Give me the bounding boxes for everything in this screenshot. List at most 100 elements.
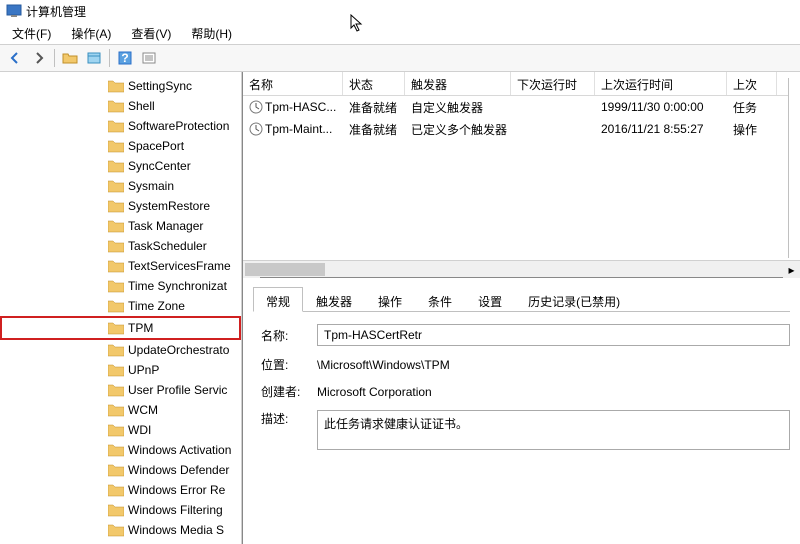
list-body[interactable]: Tpm-HASC...准备就绪自定义触发器 1999/11/30 0:00:00任…: [243, 96, 800, 260]
tree-item-label: SpacePort: [128, 139, 184, 153]
tree-item-label: Task Manager: [128, 219, 203, 233]
desc-field[interactable]: [317, 410, 790, 450]
menu-action[interactable]: 操作(A): [63, 23, 119, 44]
tree-item-label: UPnP: [128, 363, 159, 377]
tree-item-label: TaskScheduler: [128, 239, 207, 253]
tree-item-time-zone[interactable]: Time Zone: [0, 296, 241, 316]
cell-last: 2016/11/21 8:55:27: [595, 120, 727, 138]
tree-item-label: WCM: [128, 403, 158, 417]
tree-item-systemrestore[interactable]: SystemRestore: [0, 196, 241, 216]
tree-item-windows-activation[interactable]: Windows Activation: [0, 440, 241, 460]
task-row[interactable]: Tpm-HASC...准备就绪自定义触发器 1999/11/30 0:00:00任…: [243, 96, 800, 118]
help-button[interactable]: ?: [114, 47, 136, 69]
name-field[interactable]: [317, 324, 790, 346]
tree-item-windows-media-s[interactable]: Windows Media S: [0, 520, 241, 540]
tree-item-label: SyncCenter: [128, 159, 191, 173]
tool-list[interactable]: [138, 47, 160, 69]
tree-item-wdi[interactable]: WDI: [0, 420, 241, 440]
col-next[interactable]: 下次运行时间: [511, 72, 595, 95]
tree-item-tpm[interactable]: TPM: [0, 316, 241, 340]
tree-item-label: TextServicesFrame: [128, 259, 231, 273]
tree-item-time-synchronizat[interactable]: Time Synchronizat: [0, 276, 241, 296]
tree-item-label: Time Zone: [128, 299, 185, 313]
cell-trigger: 自定义触发器: [405, 97, 511, 118]
tree-item-user-profile-servic[interactable]: User Profile Servic: [0, 380, 241, 400]
menu-view[interactable]: 查看(V): [123, 23, 179, 44]
cell-status: 准备就绪: [343, 119, 405, 140]
col-last[interactable]: 上次运行时间: [595, 72, 727, 95]
tab-4[interactable]: 设置: [465, 287, 515, 312]
menu-help[interactable]: 帮助(H): [183, 23, 240, 44]
tree-item-sysmain[interactable]: Sysmain: [0, 176, 241, 196]
details-panel: 常规触发器操作条件设置历史记录(已禁用) 名称: 位置: \Microsoft\…: [243, 278, 800, 544]
tree-item-label: Shell: [128, 99, 155, 113]
tree-item-synccenter[interactable]: SyncCenter: [0, 156, 241, 176]
tree-item-shell[interactable]: Shell: [0, 96, 241, 116]
col-status[interactable]: 状态: [343, 72, 405, 95]
tree-item-label: Windows Error Re: [128, 483, 225, 497]
cell-status: 准备就绪: [343, 97, 405, 118]
col-trigger[interactable]: 触发器: [405, 72, 511, 95]
menu-file[interactable]: 文件(F): [4, 23, 59, 44]
cell-next: [511, 127, 595, 131]
task-list-panel: 名称 状态 触发器 下次运行时间 上次运行时间 上次 Tpm-HASC...准备…: [243, 72, 800, 278]
tree-item-textservicesframe[interactable]: TextServicesFrame: [0, 256, 241, 276]
tree-item-settingsync[interactable]: SettingSync: [0, 76, 241, 96]
col-name[interactable]: 名称: [243, 72, 343, 95]
tree-item-label: Windows Media S: [128, 523, 224, 537]
author-value: Microsoft Corporation: [317, 385, 790, 399]
list-header[interactable]: 名称 状态 触发器 下次运行时间 上次运行时间 上次: [243, 72, 800, 96]
tab-3[interactable]: 条件: [415, 287, 465, 312]
back-button[interactable]: [4, 47, 26, 69]
cell-trigger: 已定义多个触发器: [405, 119, 511, 140]
tree-item-label: User Profile Servic: [128, 383, 227, 397]
tree-item-wcm[interactable]: WCM: [0, 400, 241, 420]
cell-next: [511, 105, 595, 109]
tab-2[interactable]: 操作: [365, 287, 415, 312]
cell-result: 任务: [727, 97, 777, 118]
location-value: \Microsoft\Windows\TPM: [317, 358, 790, 372]
tree-item-label: Windows Filtering: [128, 503, 223, 517]
tree-item-spaceport[interactable]: SpacePort: [0, 136, 241, 156]
col-result[interactable]: 上次: [727, 72, 777, 95]
tab-bar: 常规触发器操作条件设置历史记录(已禁用): [253, 286, 790, 312]
app-icon: [6, 3, 22, 19]
label-location: 位置:: [261, 356, 309, 373]
tab-5[interactable]: 历史记录(已禁用): [515, 287, 633, 312]
tree-item-label: Time Synchronizat: [128, 279, 227, 293]
cell-name: Tpm-Maint...: [243, 120, 343, 139]
cell-name: Tpm-HASC...: [243, 98, 343, 117]
tree-item-task-manager[interactable]: Task Manager: [0, 216, 241, 236]
cell-result: 操作: [727, 119, 777, 140]
tree-item-label: SystemRestore: [128, 199, 210, 213]
tree-item-windows-error-re[interactable]: Windows Error Re: [0, 480, 241, 500]
separator: [54, 49, 55, 67]
separator: [109, 49, 110, 67]
tab-1[interactable]: 触发器: [303, 287, 365, 312]
tab-0[interactable]: 常规: [253, 287, 303, 312]
tree-item-upnp[interactable]: UPnP: [0, 360, 241, 380]
tree-item-windows-filtering[interactable]: Windows Filtering: [0, 500, 241, 520]
tree-item-label: TPM: [128, 321, 153, 335]
cell-last: 1999/11/30 0:00:00: [595, 98, 727, 116]
tree-item-label: UpdateOrchestrato: [128, 343, 229, 357]
scroll-right-icon[interactable]: ▸: [783, 261, 800, 278]
tree-item-taskscheduler[interactable]: TaskScheduler: [0, 236, 241, 256]
menu-bar: 文件(F) 操作(A) 查看(V) 帮助(H): [0, 22, 800, 44]
tree-item-label: SoftwareProtection: [128, 119, 229, 133]
tool-details[interactable]: [83, 47, 105, 69]
toolbar: ?: [0, 44, 800, 72]
scroll-thumb[interactable]: [245, 263, 325, 276]
tree-panel[interactable]: SettingSync Shell SoftwareProtection SpaceP…: [0, 72, 242, 544]
tree-item-softwareprotection[interactable]: SoftwareProtection: [0, 116, 241, 136]
tree-item-windows-defender[interactable]: Windows Defender: [0, 460, 241, 480]
tree-item-updateorchestrato[interactable]: UpdateOrchestrato: [0, 340, 241, 360]
side-panel-edge: [788, 78, 800, 258]
label-author: 创建者:: [261, 383, 309, 400]
tool-folder[interactable]: [59, 47, 81, 69]
tree-item-label: Windows Activation: [128, 443, 231, 457]
horizontal-scrollbar[interactable]: ◂ ▸: [243, 260, 800, 277]
forward-button[interactable]: [28, 47, 50, 69]
tree-item-label: SettingSync: [128, 79, 192, 93]
task-row[interactable]: Tpm-Maint...准备就绪已定义多个触发器 2016/11/21 8:55:…: [243, 118, 800, 140]
